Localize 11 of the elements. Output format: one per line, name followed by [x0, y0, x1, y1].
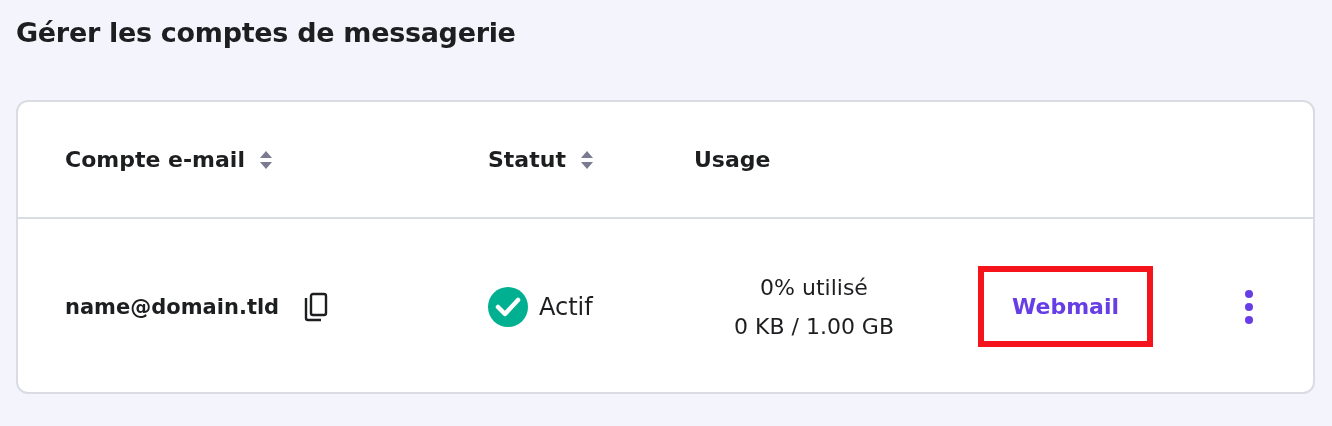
- email-address: name@domain.tld: [65, 294, 280, 319]
- column-header: Usage: [694, 147, 771, 172]
- webmail-link[interactable]: Webmail: [978, 266, 1153, 347]
- page-title: Gérer les comptes de messagerie: [16, 16, 517, 50]
- copy-icon[interactable]: [303, 291, 330, 322]
- column-header[interactable]: Statut: [488, 147, 566, 172]
- more-options-icon[interactable]: [1244, 288, 1254, 325]
- usage-text: 0 KB / 1.00 GB: [734, 313, 894, 339]
- column-header[interactable]: Compte e-mail: [65, 147, 245, 172]
- status-text: Actif: [539, 292, 593, 321]
- usage-text: 0% utilisé: [760, 274, 868, 300]
